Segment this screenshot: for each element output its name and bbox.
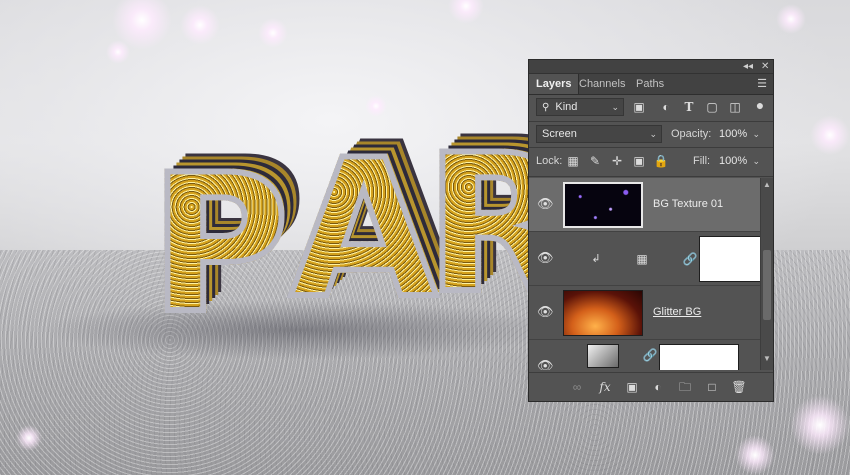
blend-mode-select[interactable]: Screen ⌄ [536,125,662,143]
sparkle [735,435,775,475]
layer-mask-thumbnail [659,344,739,370]
filter-kind-select[interactable]: ⚲ Kind ⌄ [536,98,624,116]
link-icon[interactable]: 🔗 [641,346,659,364]
sparkle [365,95,387,117]
layers-scrollbar[interactable]: ▲ ▼ [760,178,773,370]
blend-mode-value: Screen [542,128,577,140]
panel-footer: ∞ fx ▣ ◐ 🗀 □ 🗑 [529,372,773,401]
layer-thumbnail [563,182,643,228]
divider [529,147,773,148]
lock-transparent-pixels-icon[interactable]: ▦ [564,152,582,170]
sparkle [790,395,850,455]
new-group-icon[interactable]: 🗀 [676,378,694,396]
add-mask-icon[interactable]: ▣ [623,378,641,396]
panel-menu-icon[interactable]: ☰ [757,77,767,90]
tab-paths[interactable]: Paths [629,74,671,94]
double-chevron-left-icon[interactable]: ◂◂ [743,60,753,73]
clipping-arrow-icon: ↲ [591,253,601,265]
sparkle [106,40,130,64]
close-icon[interactable]: ✕ [761,60,769,73]
lock-all-icon[interactable]: 🔒 [652,152,670,170]
new-layer-icon[interactable]: □ [703,378,721,396]
image-filter-icon[interactable]: ▣ [630,98,648,116]
layer-row-gradient[interactable]: 👁 🔗 [529,340,761,370]
layer-row-adjustment[interactable]: 👁 ↲ ▦ 🔗 [529,232,761,286]
scroll-down-icon[interactable]: ▼ [761,354,773,363]
scroll-up-icon[interactable]: ▲ [761,180,773,189]
visibility-eye-icon[interactable]: 👁 [537,304,554,320]
sparkle [776,4,806,34]
layer-row-glitter-bg[interactable]: 👁 Glitter BG [529,286,761,340]
shape-filter-icon[interactable]: ▢ [703,98,721,116]
divider [529,176,773,177]
panel-tabs: Layers Channels Paths ☰ [529,74,773,95]
opacity-value: 100% [719,128,748,140]
layer-thumbnail [563,290,643,336]
chevron-down-icon: ⌄ [649,129,657,139]
tab-channels[interactable]: Channels [572,74,632,94]
lock-image-pixels-icon[interactable]: ✎ [586,152,604,170]
layer-name[interactable]: Glitter BG [653,306,701,318]
lock-artboard-icon[interactable]: ▣ [630,152,648,170]
layers-list: 👁 BG Texture 01 👁 ↲ ▦ 🔗 👁 Glitter BG 👁 🔗 [529,178,773,370]
smart-object-filter-icon[interactable]: ◫ [726,98,744,116]
sparkle [16,425,42,451]
layer-name[interactable]: BG Texture 01 [653,198,723,210]
lock-position-icon[interactable]: ✛ [608,152,626,170]
layer-mask-thumbnail [699,236,761,282]
visibility-eye-icon[interactable]: 👁 [537,358,554,370]
visibility-eye-icon[interactable]: 👁 [537,250,554,266]
filter-toggle-icon[interactable]: ● [751,96,769,114]
fill-field[interactable]: 100% ⌄ [713,152,765,170]
chevron-down-icon: ⌄ [752,129,760,139]
fx-icon[interactable]: fx [596,378,614,396]
sparkle [258,18,288,48]
opacity-label: Opacity: [671,128,712,140]
chevron-down-icon: ⌄ [611,102,619,112]
sparkle [180,5,220,45]
opacity-field[interactable]: 100% ⌄ [713,125,765,143]
type-filter-icon[interactable]: T [680,98,698,116]
chevron-down-icon: ⌄ [752,156,760,166]
adjustment-layer-icon[interactable]: ◐ [649,378,667,396]
layer-row-bg-texture-01[interactable]: 👁 BG Texture 01 [529,178,761,232]
lock-label: Lock: [536,155,563,167]
layers-panel: ◂◂ ✕ Layers Channels Paths ☰ ⚲ Kind ⌄ ▣ … [528,59,774,402]
search-icon: ⚲ [542,102,550,113]
fill-value: 100% [719,155,748,167]
link-icon[interactable]: 🔗 [681,250,699,268]
sparkle [448,0,484,24]
visibility-eye-icon[interactable]: 👁 [537,196,554,212]
panel-top-strip: ◂◂ ✕ [529,60,773,74]
sparkle [810,115,850,155]
adjustment-layer-icon: ▦ [636,252,648,266]
link-layers-icon[interactable]: ∞ [568,378,586,396]
divider [529,121,773,122]
fill-label: Fill: [693,155,711,167]
layer-thumbnail [587,344,619,368]
adjustment-filter-icon[interactable]: ◐ [657,98,675,116]
filter-kind-label: Kind [555,101,578,113]
scrollbar-thumb[interactable] [763,250,771,320]
delete-icon[interactable]: 🗑 [730,378,748,396]
